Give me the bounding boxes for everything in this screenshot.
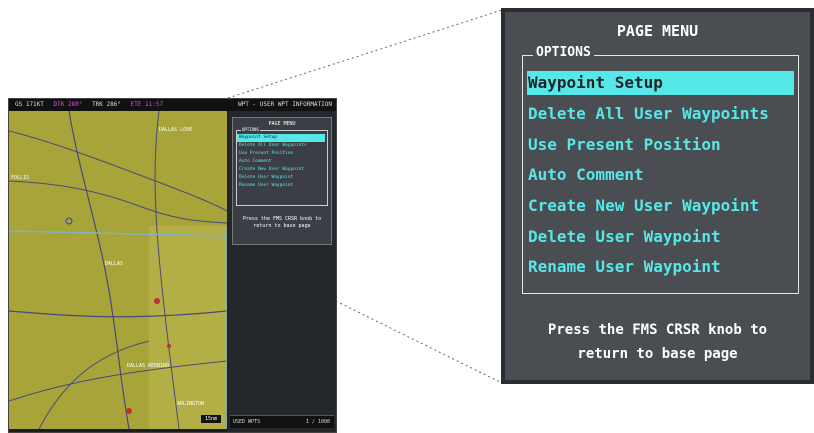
page-menu-window: PAGE MENU OPTIONS Waypoint Setup Delete … xyxy=(501,8,814,384)
map-label: FOLLIS xyxy=(11,175,30,181)
menu-item-delete-all-user-waypoints[interactable]: Delete All User Waypoints xyxy=(527,99,794,130)
ete-field: ETE 11:57 xyxy=(130,101,164,108)
press-line-2: return to base page xyxy=(577,346,738,362)
used-wpts-label: USED WPTS xyxy=(233,419,261,425)
map-label: ARLINGTON xyxy=(177,401,205,407)
mini-press-text: Press the FMS CRSR knob to return to bas… xyxy=(242,216,322,229)
mini-page-menu: PAGE MENU OPTIONS Waypoint Setup Delete … xyxy=(232,117,332,245)
mini-options-box: OPTIONS Waypoint Setup Delete All User W… xyxy=(236,127,328,206)
mini-menu-item[interactable]: Create New User Waypoint xyxy=(237,166,327,174)
menu-item-use-present-position[interactable]: Use Present Position xyxy=(527,130,794,161)
map-scale: 15nm xyxy=(200,415,221,423)
menu-item-rename-user-waypoint[interactable]: Rename User Waypoint xyxy=(527,252,794,283)
page-title: WPT - USER WPT INFORMATION xyxy=(238,101,332,108)
moving-map[interactable]: FOLLIS DALLAS DALLAS LOVE DALLAS REDBIRD… xyxy=(9,111,227,429)
dtk-field: DTK 280° xyxy=(53,101,83,108)
mini-menu-item[interactable]: Auto Comment xyxy=(237,158,327,166)
menu-item-delete-user-waypoint[interactable]: Delete User Waypoint xyxy=(527,222,794,253)
options-box: OPTIONS Waypoint Setup Delete All User W… xyxy=(522,45,799,294)
mfd-side-panel: PAGE MENU OPTIONS Waypoint Setup Delete … xyxy=(228,111,336,432)
options-label: OPTIONS xyxy=(533,45,594,60)
used-wpts-value: 1 / 1000 xyxy=(305,419,330,425)
mini-menu-item[interactable]: Delete User Waypoint xyxy=(237,174,327,182)
map-label: DALLAS xyxy=(105,261,124,267)
mfd-display: GS 171KT DTK 280° TRK 286° ETE 11:57 WPT… xyxy=(8,98,337,433)
mini-menu-item[interactable]: Rename User Waypoint xyxy=(237,182,327,190)
menu-item-auto-comment[interactable]: Auto Comment xyxy=(527,160,794,191)
mfd-top-bar: GS 171KT DTK 280° TRK 286° ETE 11:57 WPT… xyxy=(9,99,336,111)
mini-menu-item[interactable]: Waypoint Setup xyxy=(237,134,325,142)
menu-item-create-new-user-waypoint[interactable]: Create New User Waypoint xyxy=(527,191,794,222)
press-instructions: Press the FMS CRSR knob to return to bas… xyxy=(505,318,810,366)
mini-menu-item[interactable]: Delete All User Waypoints xyxy=(237,142,327,150)
trk-field: TRK 286° xyxy=(92,101,121,108)
map-label: DALLAS REDBIRD xyxy=(127,363,170,369)
mini-menu-item[interactable]: Use Present Position xyxy=(237,150,327,158)
page-menu-title: PAGE MENU xyxy=(616,22,699,40)
map-label: DALLAS LOVE xyxy=(159,127,193,133)
press-line-1: Press the FMS CRSR knob to xyxy=(547,322,768,338)
used-waypoints-status: USED WPTS 1 / 1000 xyxy=(230,415,334,428)
options-list: Waypoint Setup Delete All User Waypoints… xyxy=(527,71,794,283)
menu-item-waypoint-setup[interactable]: Waypoint Setup xyxy=(527,71,794,95)
gs-field: GS 171KT xyxy=(15,101,44,108)
mini-options-label: OPTIONS xyxy=(241,127,260,132)
map-roads xyxy=(9,111,227,429)
